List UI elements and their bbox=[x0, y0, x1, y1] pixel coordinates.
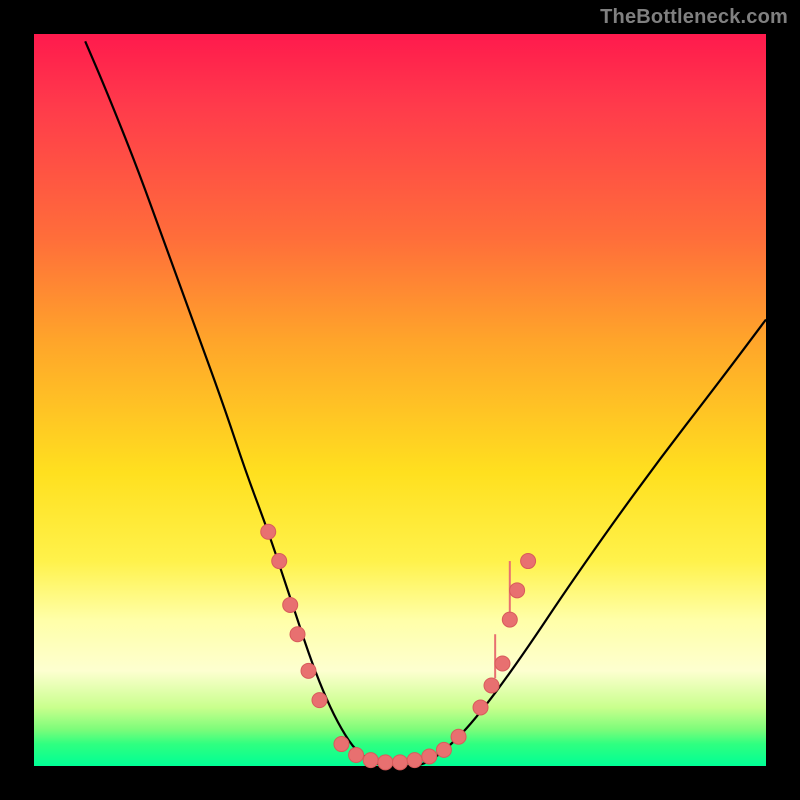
sample-point bbox=[378, 755, 393, 770]
sample-point bbox=[495, 656, 510, 671]
watermark-text: TheBottleneck.com bbox=[600, 6, 788, 29]
sample-point bbox=[290, 627, 305, 642]
bottleneck-curve bbox=[85, 41, 766, 766]
sample-point bbox=[510, 583, 525, 598]
sample-point bbox=[272, 554, 287, 569]
chart-svg bbox=[34, 34, 766, 766]
sample-point bbox=[521, 554, 536, 569]
plot-area bbox=[34, 34, 766, 766]
sample-point bbox=[363, 753, 378, 768]
sample-point bbox=[334, 737, 349, 752]
sample-point bbox=[407, 753, 422, 768]
sample-point bbox=[349, 748, 364, 763]
sample-point bbox=[312, 693, 327, 708]
sample-point bbox=[261, 524, 276, 539]
sample-point bbox=[502, 612, 517, 627]
sample-point bbox=[393, 755, 408, 770]
sample-point bbox=[422, 749, 437, 764]
sample-point bbox=[484, 678, 499, 693]
sample-point bbox=[473, 700, 488, 715]
sample-point bbox=[283, 597, 298, 612]
sample-point bbox=[451, 729, 466, 744]
chart-frame: TheBottleneck.com bbox=[0, 0, 800, 800]
sample-point bbox=[301, 663, 316, 678]
sample-point bbox=[436, 742, 451, 757]
